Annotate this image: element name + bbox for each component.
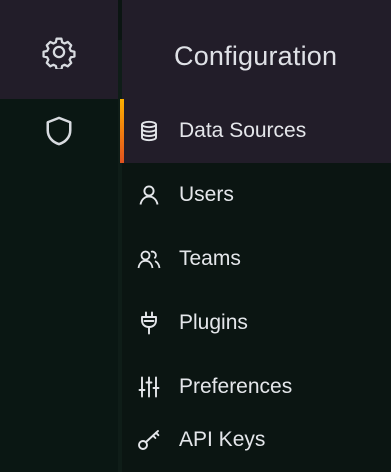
sidebar-rail — [0, 0, 118, 472]
plug-icon — [136, 310, 162, 336]
key-icon — [136, 427, 162, 453]
menu-item-data-sources[interactable]: Data Sources — [120, 99, 391, 163]
menu-item-label: Users — [179, 183, 234, 206]
database-icon — [136, 118, 162, 144]
configuration-submenu: Configuration Data Sources Users Teams P… — [120, 0, 391, 472]
user-icon — [136, 182, 162, 208]
menu-item-users[interactable]: Users — [122, 163, 391, 227]
server-admin-nav-button[interactable] — [0, 99, 118, 163]
submenu-title: Configuration — [174, 41, 338, 71]
active-indicator — [120, 99, 124, 163]
menu-item-label: Data Sources — [179, 119, 307, 142]
menu-item-label: Plugins — [179, 311, 248, 334]
menu-item-label: Preferences — [179, 375, 293, 398]
menu-item-plugins[interactable]: Plugins — [122, 291, 391, 355]
configuration-menu: Configuration Data Sources Users Teams P… — [0, 0, 391, 472]
users-icon — [136, 246, 162, 272]
menu-item-api-keys[interactable]: API Keys — [122, 408, 391, 472]
configuration-nav-button[interactable] — [0, 20, 118, 84]
menu-item-label: Teams — [179, 247, 241, 270]
gear-icon — [42, 35, 76, 69]
menu-item-label: API Keys — [179, 428, 266, 451]
menu-item-teams[interactable]: Teams — [122, 227, 391, 291]
sliders-icon — [136, 374, 162, 400]
shield-icon — [44, 114, 74, 148]
submenu-header: Configuration — [122, 0, 391, 99]
